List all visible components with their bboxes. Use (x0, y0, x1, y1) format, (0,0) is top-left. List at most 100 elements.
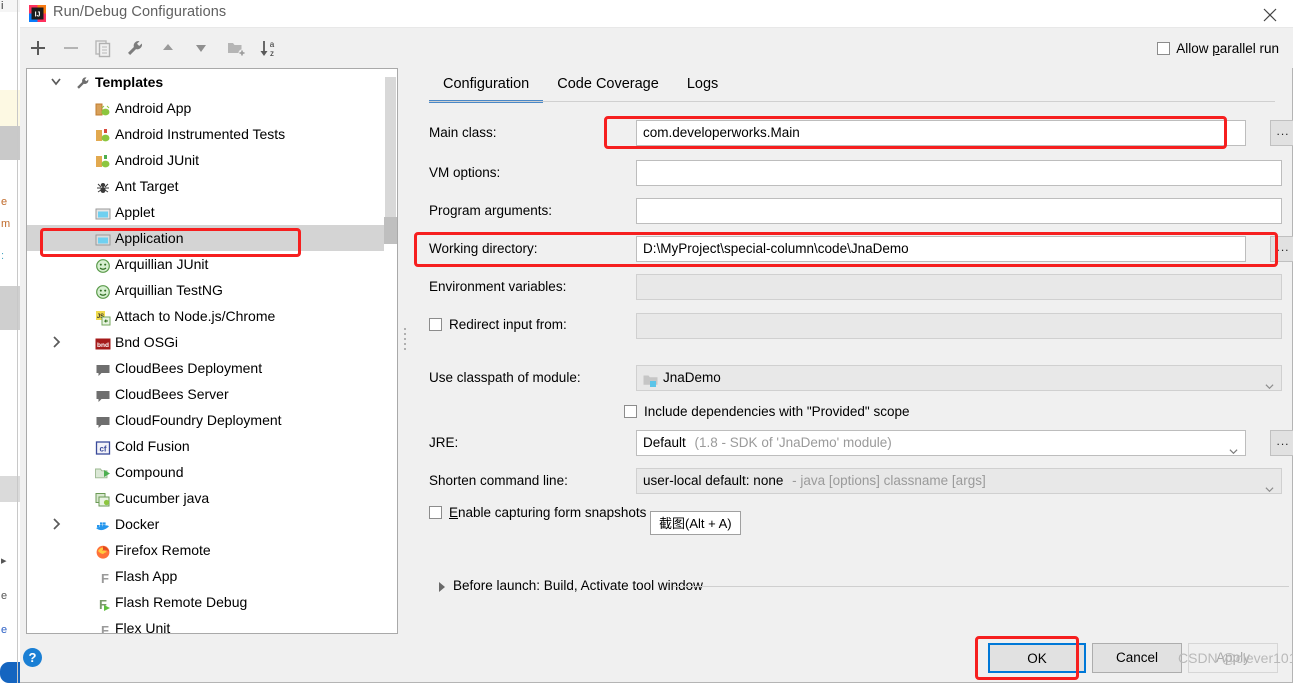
allow-parallel-run-box[interactable] (1157, 42, 1171, 55)
tree-item-ant-target[interactable]: Ant Target (27, 173, 385, 199)
tree-item-flash-app[interactable]: F Flash App (27, 563, 385, 589)
copy-icon[interactable] (92, 37, 114, 59)
chevron-right-icon[interactable] (50, 511, 62, 537)
chevron-right-icon[interactable] (438, 580, 446, 595)
svg-text:z: z (270, 49, 274, 58)
shorten-command-line-row: Shorten command line: user-local default… (429, 468, 1282, 494)
redirect-input-checkbox[interactable]: Redirect input from: (429, 317, 567, 332)
svg-text:bnd: bnd (97, 342, 109, 349)
svg-text:a: a (270, 40, 275, 49)
chevron-right-icon[interactable] (50, 329, 62, 355)
shorten-command-line-combo[interactable]: user-local default: none - java [options… (636, 468, 1282, 494)
chevron-down-icon[interactable] (50, 69, 62, 95)
configuration-panel: Configuration Code Coverage Logs Main cl… (418, 68, 1293, 568)
working-directory-label: Working directory: (429, 241, 538, 256)
edit-templates-icon[interactable] (124, 37, 146, 59)
tree-item-firefox-remote[interactable]: Firefox Remote (27, 537, 385, 563)
chevron-down-icon[interactable] (1229, 440, 1238, 455)
cloudbees-icon (95, 386, 111, 402)
tree-item-label: Cucumber java (115, 490, 210, 506)
tree-item-label: Android JUnit (115, 152, 200, 168)
tree-item-flash-remote-debug[interactable]: F Flash Remote Debug (27, 589, 385, 615)
close-button[interactable] (1247, 0, 1293, 28)
enable-capturing-checkbox[interactable]: Enable capturing form snapshots (429, 505, 646, 520)
tree-item-cloudbees-server[interactable]: CloudBees Server (27, 381, 385, 407)
title-bar: IJ Run/Debug Configurations (20, 0, 1293, 28)
add-icon[interactable] (27, 37, 49, 59)
move-down-icon[interactable] (190, 37, 212, 59)
tree-item-docker[interactable]: Docker (27, 511, 385, 537)
window-title: Run/Debug Configurations (53, 4, 227, 20)
jre-combo[interactable]: Default (1.8 - SDK of 'JnaDemo' module) (636, 430, 1246, 456)
ok-button[interactable]: OK (988, 643, 1086, 673)
apply-button[interactable]: Apply (1188, 643, 1278, 673)
tree-item-cloudbees-deployment[interactable]: CloudBees Deployment (27, 355, 385, 381)
tree-item-application[interactable]: Application (27, 225, 385, 251)
jre-value-hint: (1.8 - SDK of 'JnaDemo' module) (694, 435, 892, 450)
tree-scrollbar-thumb-active[interactable] (384, 217, 397, 244)
main-class-input[interactable]: com.developerworks.Main (636, 120, 1246, 146)
help-button[interactable]: ? (23, 648, 42, 667)
docker-icon (95, 516, 111, 532)
tree-item-cloudfoundry-deployment[interactable]: CloudFoundry Deployment (27, 407, 385, 433)
shorten-command-line-hint: - java [options] classname [args] (792, 473, 986, 488)
working-directory-browse-button[interactable]: ... (1270, 236, 1293, 262)
tree-item-label: Android App (115, 100, 192, 116)
tree-item-cucumber-java[interactable]: Cucumber java (27, 485, 385, 511)
tree-scrollbar[interactable] (384, 69, 397, 633)
program-arguments-row: Program arguments: (429, 198, 1282, 224)
chevron-down-icon[interactable] (1265, 478, 1274, 493)
run-debug-configurations-dialog: IJ Run/Debug Configurations a z Allow pa… (20, 0, 1293, 683)
vm-options-input[interactable] (636, 160, 1282, 186)
compound-icon (95, 464, 111, 480)
tree-item-templates[interactable]: Templates (27, 69, 385, 95)
program-arguments-input[interactable] (636, 198, 1282, 224)
tree-item-bnd-osgi[interactable]: bnd Bnd OSGi (27, 329, 385, 355)
main-class-label: Main class: (429, 125, 497, 140)
environment-variables-input[interactable] (636, 274, 1282, 300)
tree-item-compound[interactable]: Compound (27, 459, 385, 485)
tree-item-arquillian-testng[interactable]: Arquillian TestNG (27, 277, 385, 303)
cancel-button[interactable]: Cancel (1092, 643, 1182, 673)
jre-browse-button[interactable]: ... (1270, 430, 1293, 456)
tree-item-label: CloudFoundry Deployment (115, 412, 282, 428)
move-up-icon[interactable] (157, 37, 179, 59)
remove-icon[interactable] (60, 37, 82, 59)
tree-item-applet[interactable]: Applet (27, 199, 385, 225)
main-class-browse-button[interactable]: ... (1270, 120, 1293, 146)
before-launch-section[interactable]: Before launch: Build, Activate tool wind… (429, 575, 1289, 597)
tree-item-cold-fusion[interactable]: cf Cold Fusion (27, 433, 385, 459)
include-provided-checkbox[interactable]: Include dependencies with "Provided" sco… (624, 404, 910, 419)
redirect-input-box[interactable] (429, 318, 442, 331)
redirect-input-field[interactable] (636, 313, 1282, 339)
allow-parallel-run-checkbox[interactable]: Allow parallel run (1157, 41, 1279, 56)
tab-configuration[interactable]: Configuration (429, 68, 544, 103)
tree-item-android-app[interactable]: Android App (27, 95, 385, 121)
sort-alphabetically-icon[interactable]: a z (258, 37, 280, 59)
wrench-icon (75, 74, 91, 90)
working-directory-input[interactable]: D:\MyProject\special-column\code\JnaDemo (636, 236, 1246, 262)
tree-scrollbar-thumb[interactable] (385, 77, 396, 225)
tree-item-android-instrumented-tests[interactable]: Android Instrumented Tests (27, 121, 385, 147)
main-class-row: Main class: com.developerworks.Main ... (429, 120, 1293, 146)
shorten-command-line-value: user-local default: none (643, 473, 784, 488)
tree-item-flex-unit[interactable]: F Flex Unit (27, 615, 385, 633)
enable-capturing-box[interactable] (429, 506, 442, 519)
tree-item-android-junit[interactable]: Android JUnit (27, 147, 385, 173)
working-directory-row: Working directory: D:\MyProject\special-… (429, 236, 1293, 262)
environment-variables-label: Environment variables: (429, 279, 567, 294)
configurations-tree-panel[interactable]: Templates Android App Android Instrumented… (26, 68, 398, 634)
classpath-module-combo[interactable]: JnaDemo (636, 365, 1282, 391)
jre-label: JRE: (429, 435, 459, 450)
tab-code-coverage[interactable]: Code Coverage (543, 68, 673, 103)
tree-item-attach-to-node-js-chrome[interactable]: JS Attach to Node.js/Chrome (27, 303, 385, 329)
program-arguments-label: Program arguments: (429, 203, 553, 218)
new-folder-icon[interactable] (225, 37, 247, 59)
chevron-down-icon[interactable] (1265, 375, 1274, 390)
tree-item-arquillian-junit[interactable]: Arquillian JUnit (27, 251, 385, 277)
tab-logs[interactable]: Logs (673, 68, 732, 103)
include-provided-box[interactable] (624, 405, 637, 418)
panel-splitter[interactable] (404, 328, 409, 354)
enable-capturing-label: Enable capturing form snapshots (449, 505, 647, 520)
tree-item-label: Application (115, 230, 184, 246)
